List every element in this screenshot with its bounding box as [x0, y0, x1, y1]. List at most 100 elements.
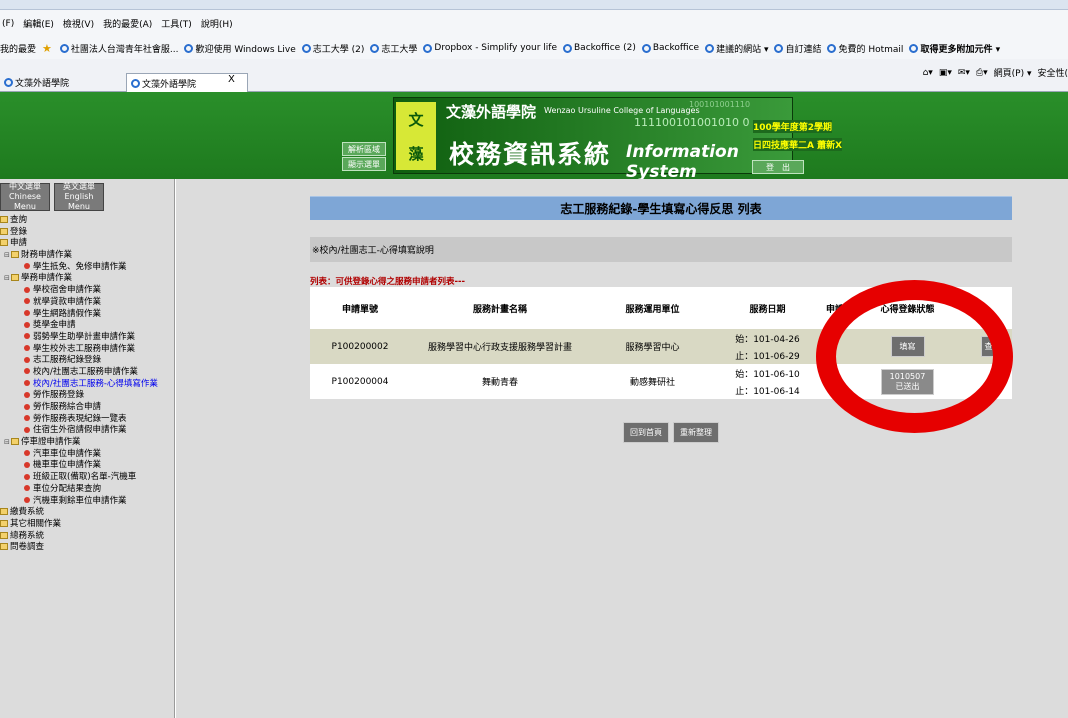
submitted-status-button[interactable]: 1010507 已送出	[880, 368, 935, 395]
row-id: P100200002	[310, 329, 410, 364]
table-row: P100200002 服務學習中心行政支援服務學習計畫 服務學習中心 始：101…	[310, 329, 1012, 364]
view-button[interactable]: 查	[980, 336, 997, 357]
sidebar-item-label: 學生網路請假作業	[33, 308, 102, 319]
favorite-link-1[interactable]: 歡迎使用 Windows Live	[184, 42, 296, 55]
safety-menu[interactable]: 安全性(	[1037, 66, 1068, 79]
sidebar-item[interactable]: 勞作服務表現紀錄一覽表	[0, 414, 174, 426]
sidebar-item[interactable]: ⊟ 停車證申請作業	[0, 437, 174, 449]
sidebar-item[interactable]: ⊟ 財務申請作業	[0, 250, 174, 262]
row-apply	[820, 329, 850, 364]
show-menu-button[interactable]: 顯示選單	[342, 157, 386, 171]
favorite-link-9[interactable]: 免費的 Hotmail	[827, 42, 903, 55]
bullet-icon	[24, 321, 30, 328]
row-extra	[965, 364, 1012, 399]
college-name-en: Wenzao Ursuline College of Languages	[544, 106, 700, 115]
sidebar-item[interactable]: 登錄	[0, 227, 174, 239]
ie-page-icon	[827, 43, 837, 53]
row-start-date: 始：101-04-26	[735, 334, 800, 345]
sidebar-item[interactable]: 校內/社團志工服務-心得填寫作業	[0, 379, 174, 391]
menu-edit[interactable]: 編輯(E)	[23, 17, 54, 30]
menu-favorites[interactable]: 我的最愛(A)	[103, 17, 152, 30]
collapse-toggle-icon[interactable]: ⊟	[4, 437, 11, 449]
favorites-bar: 我的最愛 ★ 社團法人台灣青年社會服... 歡迎使用 Windows Live …	[0, 37, 1068, 59]
ie-page-icon	[909, 43, 919, 53]
sidebar-item[interactable]: 總務系統	[0, 531, 174, 543]
english-menu-button[interactable]: 英文選單 English Menu	[54, 182, 104, 211]
collapse-toggle-icon[interactable]: ⊟	[4, 273, 11, 285]
favorite-link-3[interactable]: 志工大學	[370, 42, 417, 55]
sidebar-item-label: 登錄	[10, 226, 28, 237]
bullet-icon	[24, 461, 30, 468]
favorite-link-7[interactable]: 建議的網站 ▾	[705, 42, 768, 55]
ie-page-icon	[705, 43, 715, 53]
favorite-link-8[interactable]: 自訂連結	[774, 42, 821, 55]
collapse-toggle-icon[interactable]: ⊟	[4, 250, 11, 262]
row-plan: 舞動青春	[481, 378, 518, 388]
sidebar-item[interactable]: 學生抵免、免修申請作業	[0, 262, 174, 274]
refresh-button[interactable]: 重新整理	[673, 422, 719, 443]
menu-tools[interactable]: 工具(T)	[161, 17, 192, 30]
mail-icon[interactable]: ✉▾	[958, 68, 970, 78]
college-logo: 文 藻	[396, 102, 436, 170]
sidebar-item[interactable]: 汽車車位申請作業	[0, 449, 174, 461]
dropbox-icon	[423, 43, 433, 53]
sidebar-item[interactable]: 勞作服務綜合申請	[0, 402, 174, 414]
main-content: 志工服務紀錄-學生填寫心得反思 列表 ※校內/社團志工-心得填寫說明 列表：可供…	[176, 179, 1068, 718]
favorite-link-0[interactable]: 社團法人台灣青年社會服...	[59, 42, 178, 55]
menu-help[interactable]: 說明(H)	[201, 17, 233, 30]
fill-in-button[interactable]: 填寫	[890, 336, 925, 357]
menu-file[interactable]: (F)	[2, 19, 14, 29]
ie-command-bar: ⌂▾ ▣▾ ✉▾ ⎙▾ 網頁(P) ▾ 安全性(	[917, 66, 1068, 80]
sidebar-item[interactable]: 車位分配結果查詢	[0, 484, 174, 496]
row-apply	[820, 364, 850, 399]
sidebar-item[interactable]: 申請	[0, 238, 174, 250]
sidebar-item[interactable]: 機車車位申請作業	[0, 460, 174, 472]
close-tab-icon[interactable]: X	[228, 74, 235, 85]
sidebar-item[interactable]: 獎學金申請	[0, 320, 174, 332]
adjust-region-button[interactable]: 解析區域	[342, 142, 386, 156]
sidebar-item[interactable]: 查詢	[0, 215, 174, 227]
sidebar-item[interactable]: 志工服務紀錄登錄	[0, 355, 174, 367]
chinese-menu-button[interactable]: 中文選單 Chinese Menu	[0, 182, 50, 211]
row-start-date: 始：101-06-10	[735, 369, 800, 380]
favorite-link-2[interactable]: 志工大學 (2)	[301, 42, 364, 55]
favorite-link-6[interactable]: Backoffice	[641, 43, 699, 53]
logout-button[interactable]: 登 出	[752, 160, 804, 174]
sidebar-item[interactable]: 其它相關作業	[0, 519, 174, 531]
page-menu[interactable]: 網頁(P) ▾	[994, 66, 1032, 79]
sidebar-item[interactable]: 問卷調查	[0, 542, 174, 554]
windows-live-icon	[184, 43, 194, 53]
back-home-button[interactable]: 回到首頁	[623, 422, 669, 443]
sidebar-item[interactable]: 汽機車剩餘車位申請作業	[0, 496, 174, 508]
sidebar-item[interactable]: 班級正取(備取)名單-汽機車	[0, 472, 174, 484]
sidebar-item[interactable]: 繳費系統	[0, 507, 174, 519]
favorites-button[interactable]: 我的最愛	[0, 42, 36, 55]
favorite-link-4[interactable]: Dropbox - Simplify your life	[423, 43, 557, 53]
sidebar-item[interactable]: 學生校外志工服務申請作業	[0, 344, 174, 356]
sidebar-item[interactable]: 弱勢學生助學計畫申請作業	[0, 332, 174, 344]
browser-tab-1[interactable]: 文藻外語學院	[0, 73, 110, 92]
sidebar-item-label: 停車證申請作業	[21, 437, 81, 448]
sidebar-item-label: 車位分配結果查詢	[33, 483, 102, 494]
feeds-icon[interactable]: ▣▾	[939, 68, 952, 78]
sidebar-item[interactable]: ⊟ 學務申請作業	[0, 273, 174, 285]
sidebar-item[interactable]: 學校宿舍申請作業	[0, 285, 174, 297]
sidebar-item[interactable]: 學生網路請假作業	[0, 309, 174, 321]
favorite-link-5[interactable]: Backoffice (2)	[563, 43, 636, 53]
add-favorite-button[interactable]: ★	[42, 42, 54, 55]
favorite-link-10[interactable]: 取得更多附加元件 ▾	[909, 42, 1000, 55]
col-status: 心得登錄狀態	[850, 287, 965, 329]
sidebar-item[interactable]: 勞作服務登錄	[0, 390, 174, 402]
sidebar-item[interactable]: 校內/社團志工服務申請作業	[0, 367, 174, 379]
instructions-link[interactable]: ※校內/社團志工-心得填寫說明	[312, 243, 434, 256]
system-name-cn: 校務資訊系統	[449, 140, 612, 169]
sidebar-item-label: 汽機車剩餘車位申請作業	[33, 495, 127, 506]
menu-view[interactable]: 檢視(V)	[63, 17, 94, 30]
home-icon[interactable]: ⌂▾	[923, 68, 933, 78]
folder-icon	[11, 251, 19, 259]
instructions-bar: ※校內/社團志工-心得填寫說明	[310, 237, 1012, 262]
bullet-icon	[24, 403, 30, 410]
sidebar-item[interactable]: 住宿生外宿請假申請作業	[0, 425, 174, 437]
sidebar-item[interactable]: 就學貸款申請作業	[0, 297, 174, 309]
print-icon[interactable]: ⎙▾	[976, 68, 988, 78]
